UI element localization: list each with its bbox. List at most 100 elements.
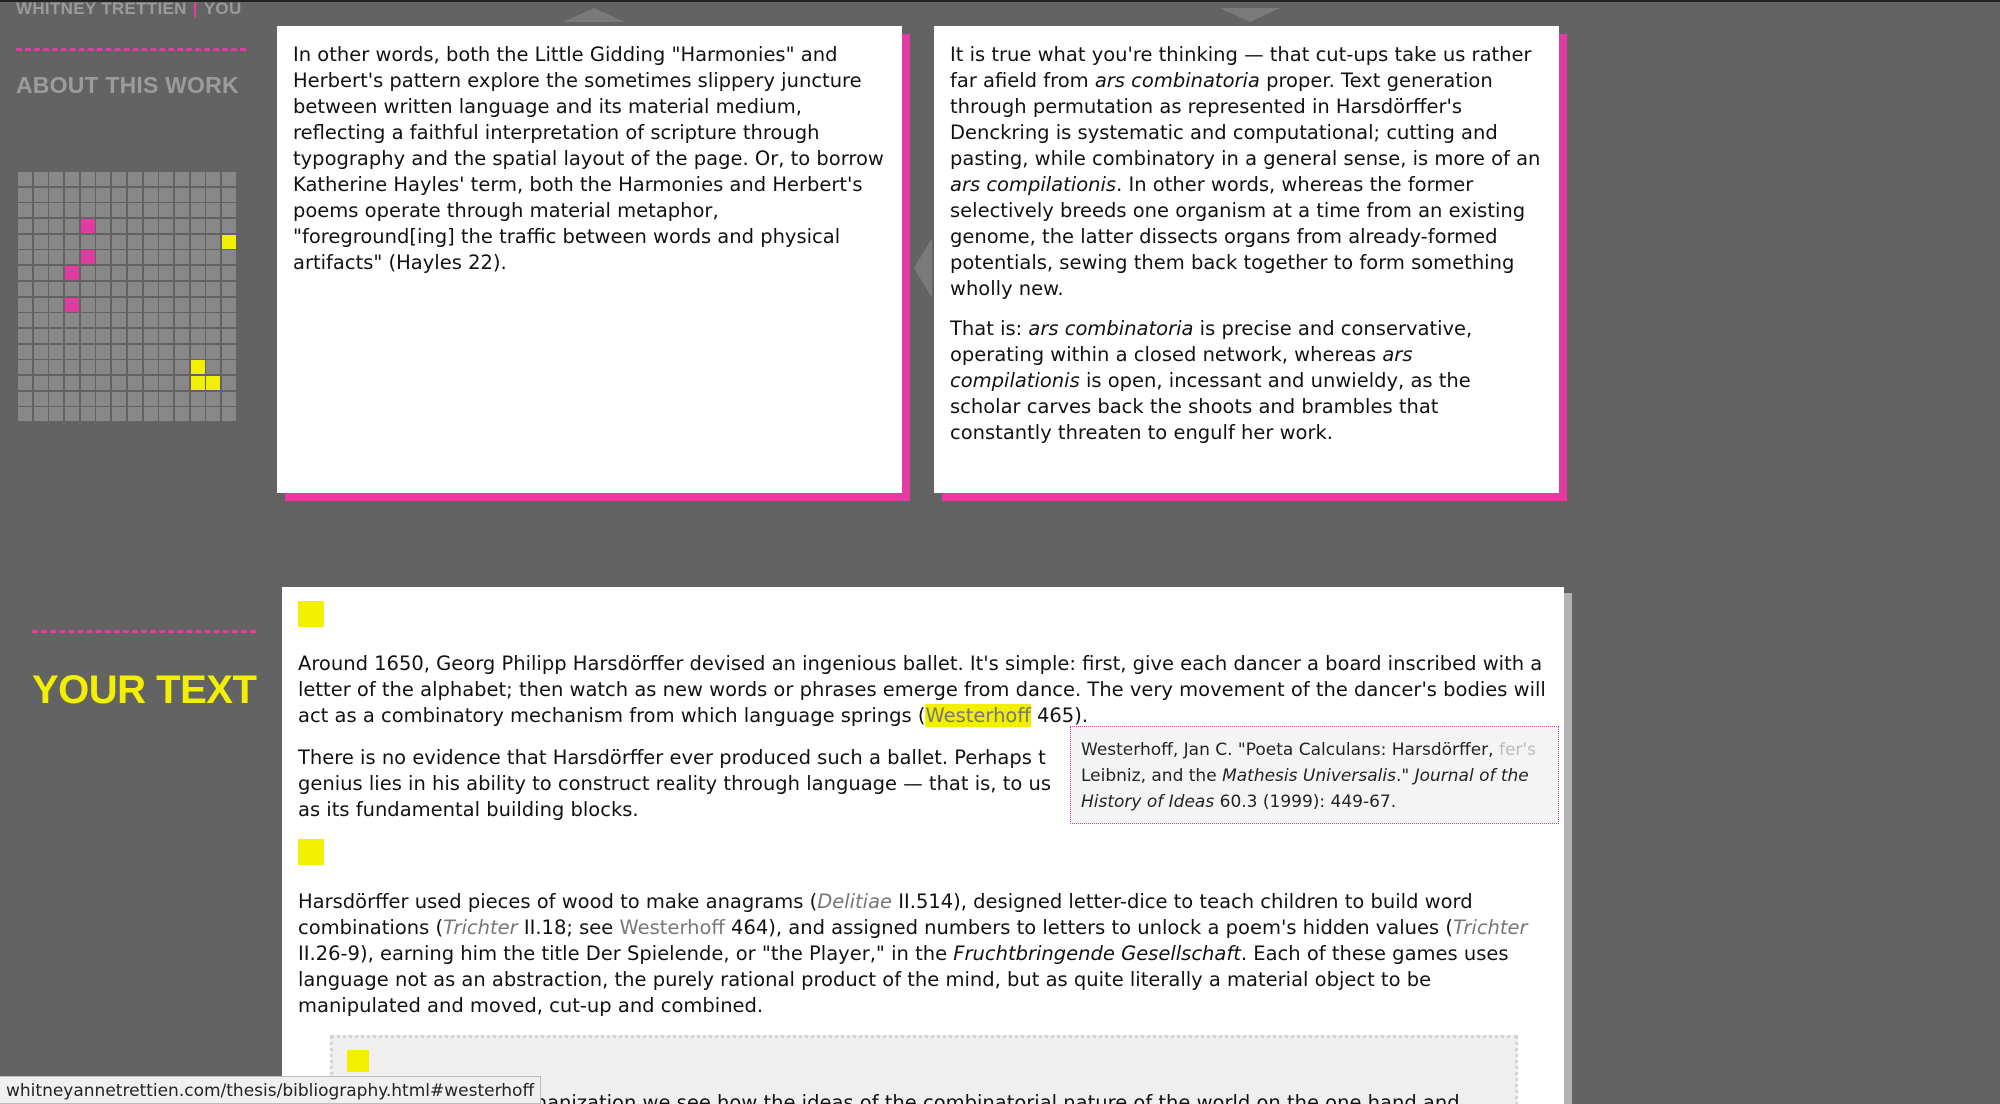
grid-cell[interactable] <box>127 266 142 281</box>
grid-cell[interactable] <box>221 328 236 343</box>
grid-cell[interactable] <box>127 219 142 234</box>
grid-cell[interactable] <box>112 407 127 422</box>
grid-cell[interactable] <box>174 407 189 422</box>
grid-cell[interactable] <box>18 391 32 406</box>
grid-cell[interactable] <box>80 360 95 375</box>
grid-cell[interactable] <box>96 234 111 249</box>
grid-cell[interactable] <box>80 313 95 328</box>
grid-cell[interactable] <box>174 328 189 343</box>
grid-cell[interactable] <box>127 407 142 422</box>
grid-cell[interactable] <box>96 375 111 390</box>
grid-cell[interactable] <box>49 187 64 202</box>
westerhoff-citation-link[interactable]: Westerhoff <box>620 916 725 939</box>
grid-cell[interactable] <box>33 219 48 234</box>
grid-cell[interactable] <box>174 250 189 265</box>
grid-cell[interactable] <box>159 297 174 312</box>
grid-cell[interactable] <box>190 250 205 265</box>
grid-cell[interactable] <box>159 313 174 328</box>
grid-cell[interactable] <box>80 407 95 422</box>
yellow-marker[interactable] <box>298 601 324 627</box>
grid-cell[interactable] <box>112 234 127 249</box>
grid-cell[interactable] <box>18 187 32 202</box>
grid-cell[interactable] <box>80 281 95 296</box>
grid-cell[interactable] <box>96 203 111 218</box>
grid-cell[interactable] <box>33 250 48 265</box>
grid-cell[interactable] <box>221 360 236 375</box>
about-heading[interactable]: ABOUT THIS WORK <box>16 72 239 99</box>
grid-cell[interactable] <box>49 297 64 312</box>
grid-cell[interactable] <box>143 266 158 281</box>
grid-cell[interactable] <box>127 203 142 218</box>
yellow-marker[interactable] <box>347 1050 369 1072</box>
grid-cell[interactable] <box>127 328 142 343</box>
author-link[interactable]: WHITNEY TRETTIEN <box>16 0 187 18</box>
grid-cell[interactable] <box>18 281 32 296</box>
grid-cell[interactable] <box>112 250 127 265</box>
grid-cell[interactable] <box>221 407 236 422</box>
grid-cell[interactable] <box>190 375 205 390</box>
grid-cell[interactable] <box>221 344 236 359</box>
grid-cell[interactable] <box>96 328 111 343</box>
grid-cell[interactable] <box>49 407 64 422</box>
grid-cell[interactable] <box>221 266 236 281</box>
grid-cell[interactable] <box>190 328 205 343</box>
grid-cell[interactable] <box>206 407 221 422</box>
grid-cell[interactable] <box>143 391 158 406</box>
grid-cell[interactable] <box>65 313 80 328</box>
grid-cell[interactable] <box>159 250 174 265</box>
trichter-citation-link[interactable]: Trichter <box>1453 916 1528 939</box>
grid-cell[interactable] <box>221 234 236 249</box>
grid-cell[interactable] <box>49 266 64 281</box>
grid-cell[interactable] <box>159 375 174 390</box>
grid-cell[interactable] <box>206 219 221 234</box>
grid-cell[interactable] <box>174 344 189 359</box>
grid-cell[interactable] <box>96 313 111 328</box>
grid-cell[interactable] <box>49 360 64 375</box>
grid-cell[interactable] <box>143 172 158 186</box>
grid-cell[interactable] <box>206 313 221 328</box>
grid-cell[interactable] <box>18 297 32 312</box>
grid-cell[interactable] <box>33 391 48 406</box>
grid-cell[interactable] <box>49 344 64 359</box>
grid-cell[interactable] <box>221 375 236 390</box>
grid-cell[interactable] <box>174 297 189 312</box>
grid-cell[interactable] <box>127 250 142 265</box>
grid-cell[interactable] <box>18 344 32 359</box>
grid-cell[interactable] <box>143 360 158 375</box>
grid-cell[interactable] <box>112 391 127 406</box>
grid-cell[interactable] <box>96 266 111 281</box>
grid-cell[interactable] <box>80 234 95 249</box>
grid-cell[interactable] <box>96 219 111 234</box>
grid-cell[interactable] <box>65 203 80 218</box>
grid-cell[interactable] <box>65 266 80 281</box>
grid-cell[interactable] <box>190 407 205 422</box>
grid-cell[interactable] <box>206 266 221 281</box>
grid-cell[interactable] <box>65 297 80 312</box>
grid-cell[interactable] <box>33 266 48 281</box>
grid-cell[interactable] <box>112 328 127 343</box>
grid-cell[interactable] <box>18 407 32 422</box>
grid-cell[interactable] <box>190 187 205 202</box>
grid-cell[interactable] <box>65 250 80 265</box>
grid-cell[interactable] <box>49 391 64 406</box>
grid-cell[interactable] <box>143 203 158 218</box>
grid-cell[interactable] <box>190 281 205 296</box>
grid-cell[interactable] <box>159 391 174 406</box>
grid-cell[interactable] <box>96 297 111 312</box>
grid-cell[interactable] <box>112 172 127 186</box>
grid-cell[interactable] <box>65 391 80 406</box>
grid-cell[interactable] <box>143 328 158 343</box>
grid-cell[interactable] <box>65 172 80 186</box>
grid-cell[interactable] <box>190 172 205 186</box>
grid-cell[interactable] <box>143 375 158 390</box>
grid-cell[interactable] <box>143 281 158 296</box>
grid-cell[interactable] <box>174 360 189 375</box>
grid-cell[interactable] <box>18 234 32 249</box>
grid-cell[interactable] <box>206 234 221 249</box>
grid-cell[interactable] <box>143 219 158 234</box>
grid-cell[interactable] <box>80 375 95 390</box>
grid-cell[interactable] <box>80 328 95 343</box>
grid-cell[interactable] <box>206 187 221 202</box>
grid-cell[interactable] <box>143 187 158 202</box>
grid-cell[interactable] <box>65 344 80 359</box>
